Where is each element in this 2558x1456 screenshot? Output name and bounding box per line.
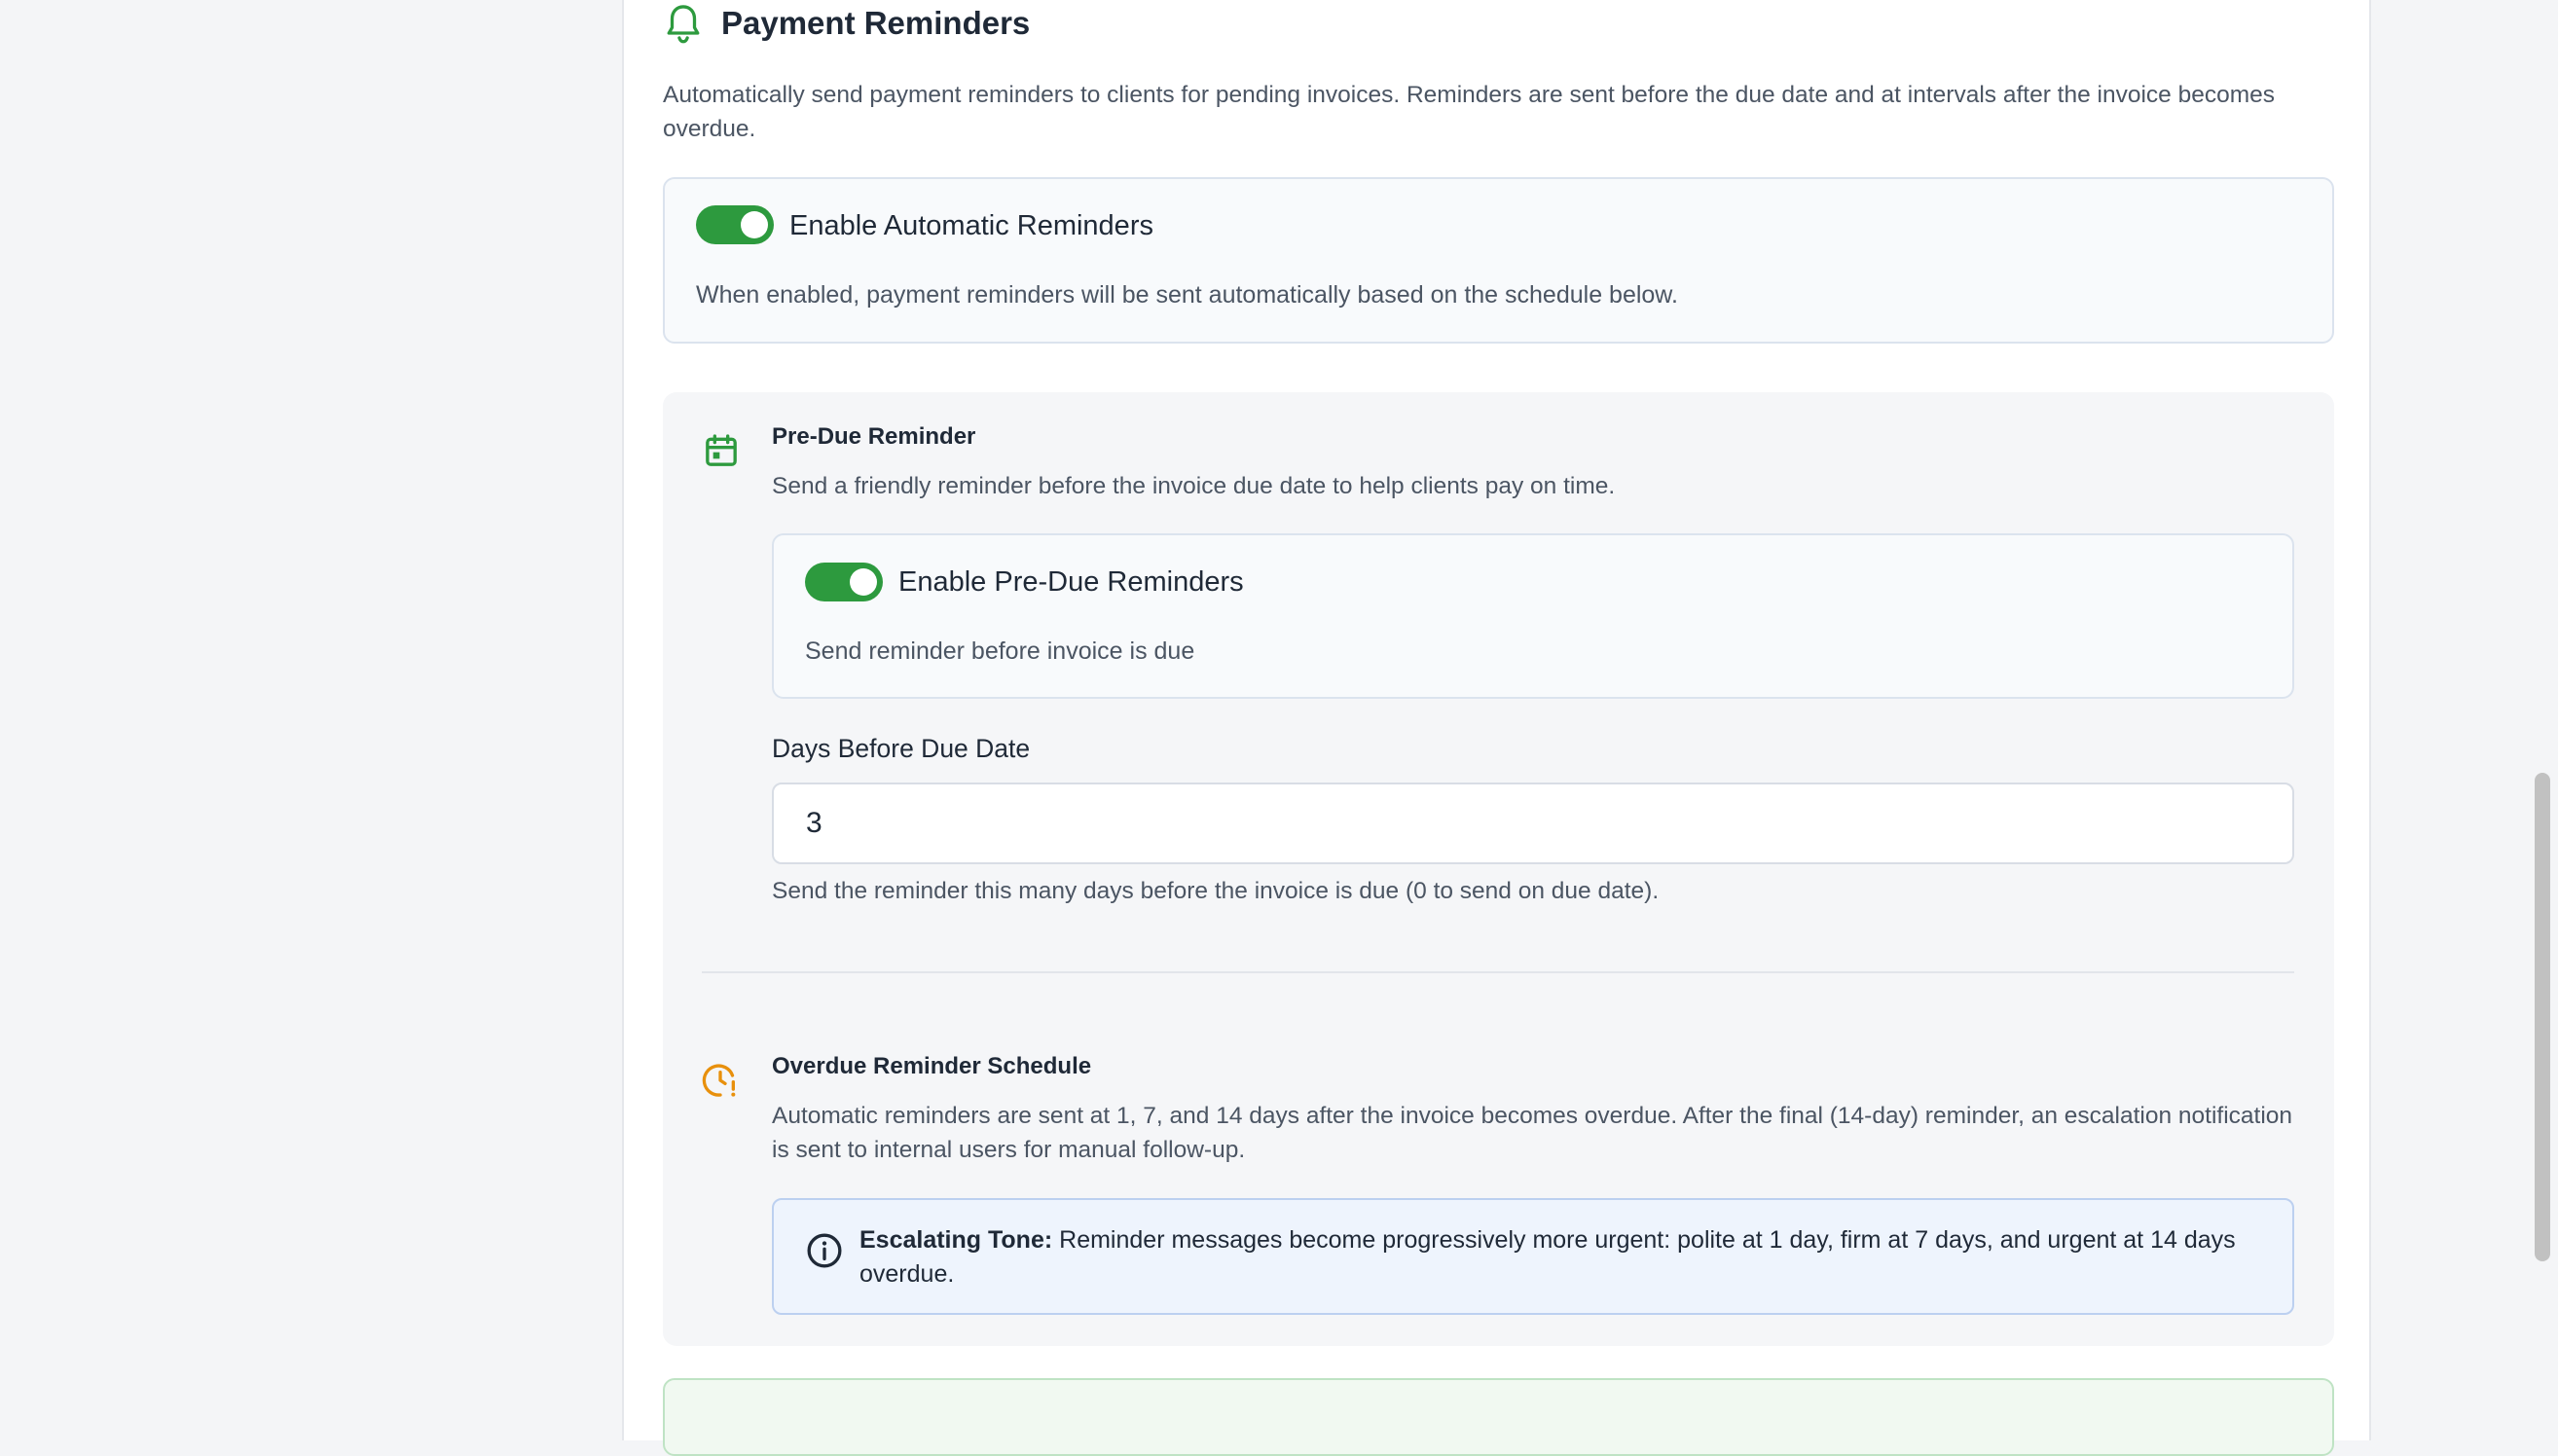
- auto-reminders-box: [663, 177, 2334, 344]
- overdue-title: Overdue Reminder Schedule: [772, 1053, 1092, 1079]
- auto-reminders-help: When enabled, payment reminders will be …: [696, 281, 1678, 309]
- auto-reminders-label: Enable Automatic Reminders: [789, 210, 1153, 241]
- pre-due-toggle[interactable]: [805, 563, 883, 601]
- section-title: Payment Reminders: [721, 5, 1031, 41]
- overdue-description: Automatic reminders are sent at 1, 7, an…: [772, 1103, 2293, 1163]
- scrollbar-thumb[interactable]: [2535, 773, 2550, 1261]
- next-section-box: [663, 1378, 2334, 1456]
- toggle-knob: [850, 568, 877, 596]
- calendar-icon: [706, 434, 737, 466]
- escalation-info-text: Escalating Tone: Reminder messages becom…: [859, 1223, 2261, 1292]
- pre-due-toggle-label: Enable Pre-Due Reminders: [898, 566, 1244, 598]
- pre-due-title: Pre-Due Reminder: [772, 423, 976, 450]
- section-divider: [702, 971, 2294, 973]
- escalation-info-label: Escalating Tone:: [859, 1226, 1053, 1254]
- auto-reminders-toggle[interactable]: [696, 205, 774, 244]
- escalation-info-body: Reminder messages become progressively m…: [859, 1226, 2236, 1288]
- pre-due-toggle-box: [772, 533, 2294, 699]
- info-icon: [807, 1233, 842, 1268]
- days-before-label: Days Before Due Date: [772, 734, 1031, 763]
- bell-icon: [667, 5, 700, 44]
- toggle-knob: [741, 211, 768, 238]
- clock-alert-icon: [702, 1064, 736, 1097]
- days-before-input[interactable]: [772, 783, 2294, 864]
- pre-due-description: Send a friendly reminder before the invo…: [772, 473, 1616, 499]
- days-before-help: Send the reminder this many days before …: [772, 878, 1660, 904]
- section-description: Automatically send payment reminders to …: [663, 82, 2276, 142]
- pre-due-toggle-help: Send reminder before invoice is due: [805, 637, 1195, 665]
